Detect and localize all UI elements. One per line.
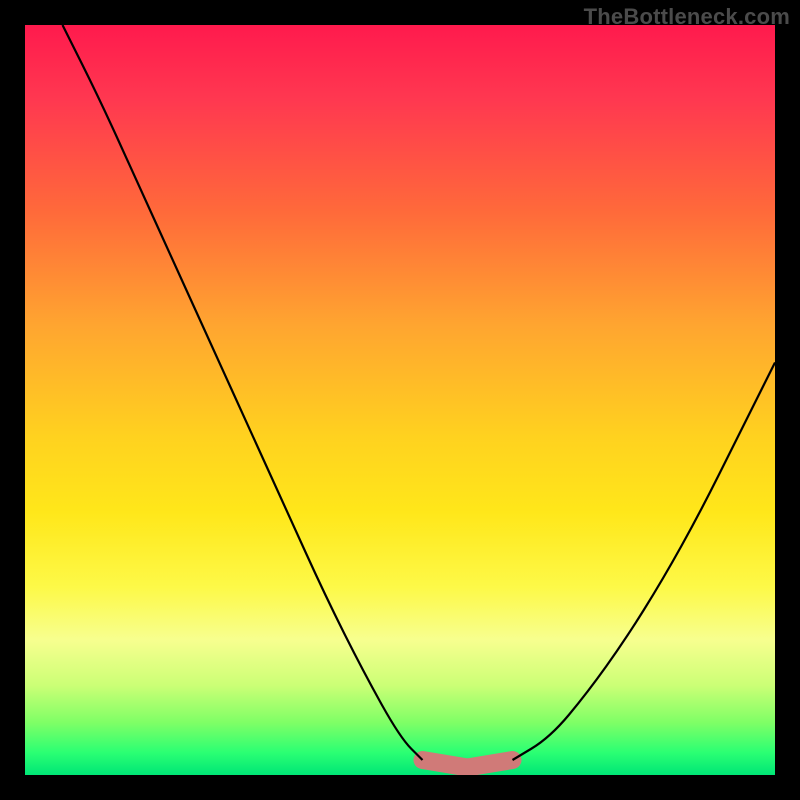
chart-frame: TheBottleneck.com [0,0,800,800]
plot-area [25,25,775,775]
bottleneck-curve-svg [25,25,775,775]
watermark-text: TheBottleneck.com [584,4,790,30]
valley-highlight [423,760,513,768]
curve-left-arm [63,25,423,760]
curve-right-arm [513,363,776,761]
